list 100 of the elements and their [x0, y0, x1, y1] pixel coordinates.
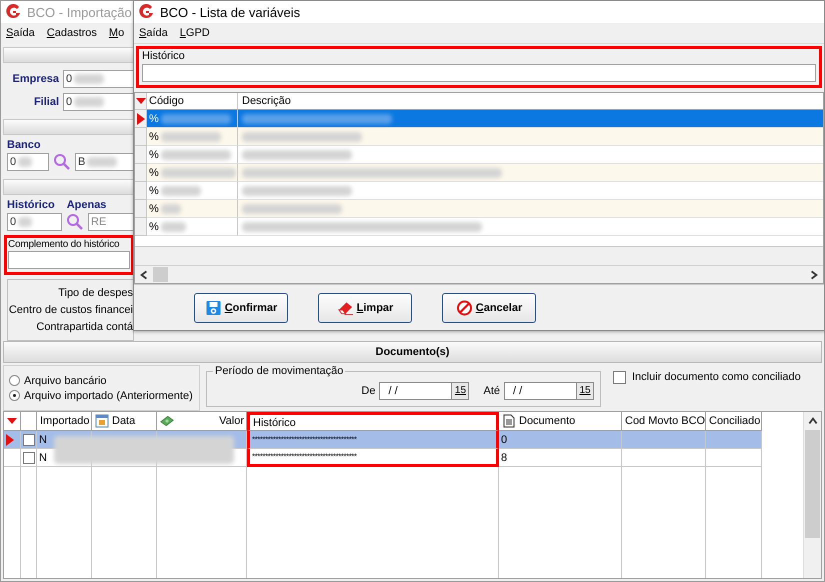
table-cell: 8: [499, 449, 622, 467]
blurred-text: [74, 74, 104, 84]
column-header[interactable]: Cod Movto BCO: [622, 412, 706, 431]
group-title: Período de movimentação: [214, 365, 344, 377]
field-label: Apenas: [66, 199, 106, 211]
field-label: Banco: [6, 139, 42, 151]
field-label: Histórico: [142, 50, 186, 62]
column-header[interactable]: [135, 93, 147, 110]
current-row-icon: [136, 112, 144, 124]
input-field[interactable]: 0: [7, 213, 62, 231]
scroll-left-icon[interactable]: [138, 268, 150, 280]
dialog-button[interactable]: Cancelar: [442, 292, 536, 322]
column-header[interactable]: Importado: [37, 412, 92, 431]
blurred-text: [160, 114, 231, 124]
money-icon: [160, 414, 174, 428]
document-icon: [502, 414, 516, 428]
field-label: Empresa: [12, 72, 59, 84]
blurred-text: [160, 150, 231, 160]
column-header[interactable]: Descrição: [238, 93, 823, 110]
calendar-button[interactable]: 15: [451, 382, 470, 400]
field-label: Filial: [32, 96, 59, 108]
blurred-text: [18, 217, 32, 227]
search-icon[interactable]: [66, 213, 84, 231]
input-field[interactable]: 0: [7, 153, 49, 171]
date-field[interactable]: / /: [504, 382, 576, 400]
current-row-icon: [6, 434, 14, 446]
table-row[interactable]: %: [135, 200, 823, 218]
radio-button[interactable]: [9, 375, 20, 386]
column-header[interactable]: Código: [147, 93, 238, 110]
menu-item[interactable]: Mo: [108, 27, 124, 39]
table-cell: ****************************************: [247, 449, 499, 467]
radio-button[interactable]: [9, 390, 20, 401]
checkbox[interactable]: [23, 434, 35, 446]
column-header[interactable]: Conciliado: [706, 412, 762, 431]
column-header[interactable]: [21, 412, 37, 431]
field-label: Centro de custos financei: [8, 304, 133, 316]
input-field[interactable]: 0: [63, 70, 134, 88]
radio-label: Arquivo bancário: [24, 374, 107, 386]
column-header[interactable]: Documento: [499, 412, 622, 431]
menu-item[interactable]: LGPD: [180, 27, 210, 39]
table-row[interactable]: %: [135, 218, 823, 236]
field-label: Complemento do histórico: [8, 239, 120, 250]
menu-item[interactable]: Saída: [6, 27, 35, 39]
column-header[interactable]: Data: [92, 412, 157, 431]
scroll-up-icon[interactable]: [806, 415, 818, 427]
column-header[interactable]: Valor: [157, 412, 247, 431]
calendar-icon: [95, 414, 109, 428]
calendar-button[interactable]: 15: [576, 382, 594, 400]
search-icon[interactable]: [53, 153, 71, 171]
table-row[interactable]: %: [135, 128, 823, 146]
blurred-text: [160, 186, 201, 196]
blurred-text: [87, 157, 118, 167]
field-label: Histórico: [7, 199, 55, 211]
row-header[interactable]: [135, 110, 147, 128]
table-row[interactable]: %: [135, 182, 823, 200]
checkbox[interactable]: [23, 452, 35, 464]
blurred-text: [18, 157, 32, 167]
menu-item[interactable]: Saída: [139, 27, 168, 39]
column-header[interactable]: Histórico: [247, 412, 499, 431]
table-cell: %: [149, 184, 159, 196]
scrollbar[interactable]: [803, 412, 821, 578]
input-field[interactable]: B: [75, 153, 134, 171]
checkbox[interactable]: [613, 371, 626, 384]
input-field[interactable]: [142, 64, 816, 82]
row-header[interactable]: [4, 431, 21, 449]
radio-label: Arquivo importado (Anteriormente): [24, 390, 193, 402]
no-entry-icon: [456, 300, 473, 316]
field-label: De: [361, 384, 376, 396]
checkbox-label: Incluir documento como conciliado: [632, 371, 801, 383]
table-cell: 0: [499, 431, 622, 449]
table-cell: %: [149, 112, 159, 124]
logo-icon: [5, 4, 21, 20]
table-cell: [706, 431, 762, 449]
window-title: BCO - Importação: [27, 4, 132, 20]
field-label: Contrapartida contá: [36, 321, 133, 334]
scrollbar[interactable]: [135, 265, 823, 283]
column-header[interactable]: [4, 412, 21, 431]
table-cell: [706, 449, 762, 467]
table-cell: %: [149, 148, 159, 160]
dialog-button[interactable]: Limpar: [318, 292, 412, 322]
input-field[interactable]: [8, 251, 130, 269]
dialog-button[interactable]: Confirmar: [194, 292, 288, 322]
date-field[interactable]: / /: [379, 382, 452, 400]
scroll-right-icon[interactable]: [808, 268, 820, 280]
menu-item[interactable]: Cadastros: [46, 27, 97, 39]
table-row[interactable]: %: [135, 110, 823, 128]
sort-indicator-icon: [136, 97, 146, 105]
sort-indicator-icon: [7, 417, 17, 425]
table-cell: ****************************************: [247, 431, 499, 449]
table-row[interactable]: %: [135, 164, 823, 182]
scroll-thumb[interactable]: [153, 267, 168, 282]
table-row[interactable]: %: [135, 146, 823, 164]
input-field[interactable]: 0: [63, 92, 134, 110]
table-cell: %: [149, 166, 159, 178]
table-cell: %: [149, 220, 159, 232]
field-label: Tipo de despes: [58, 286, 133, 299]
eraser-icon: [336, 300, 354, 316]
section-header: Documento(s): [3, 341, 822, 363]
blurred-text: [160, 132, 221, 142]
blurred-text: [160, 222, 186, 232]
